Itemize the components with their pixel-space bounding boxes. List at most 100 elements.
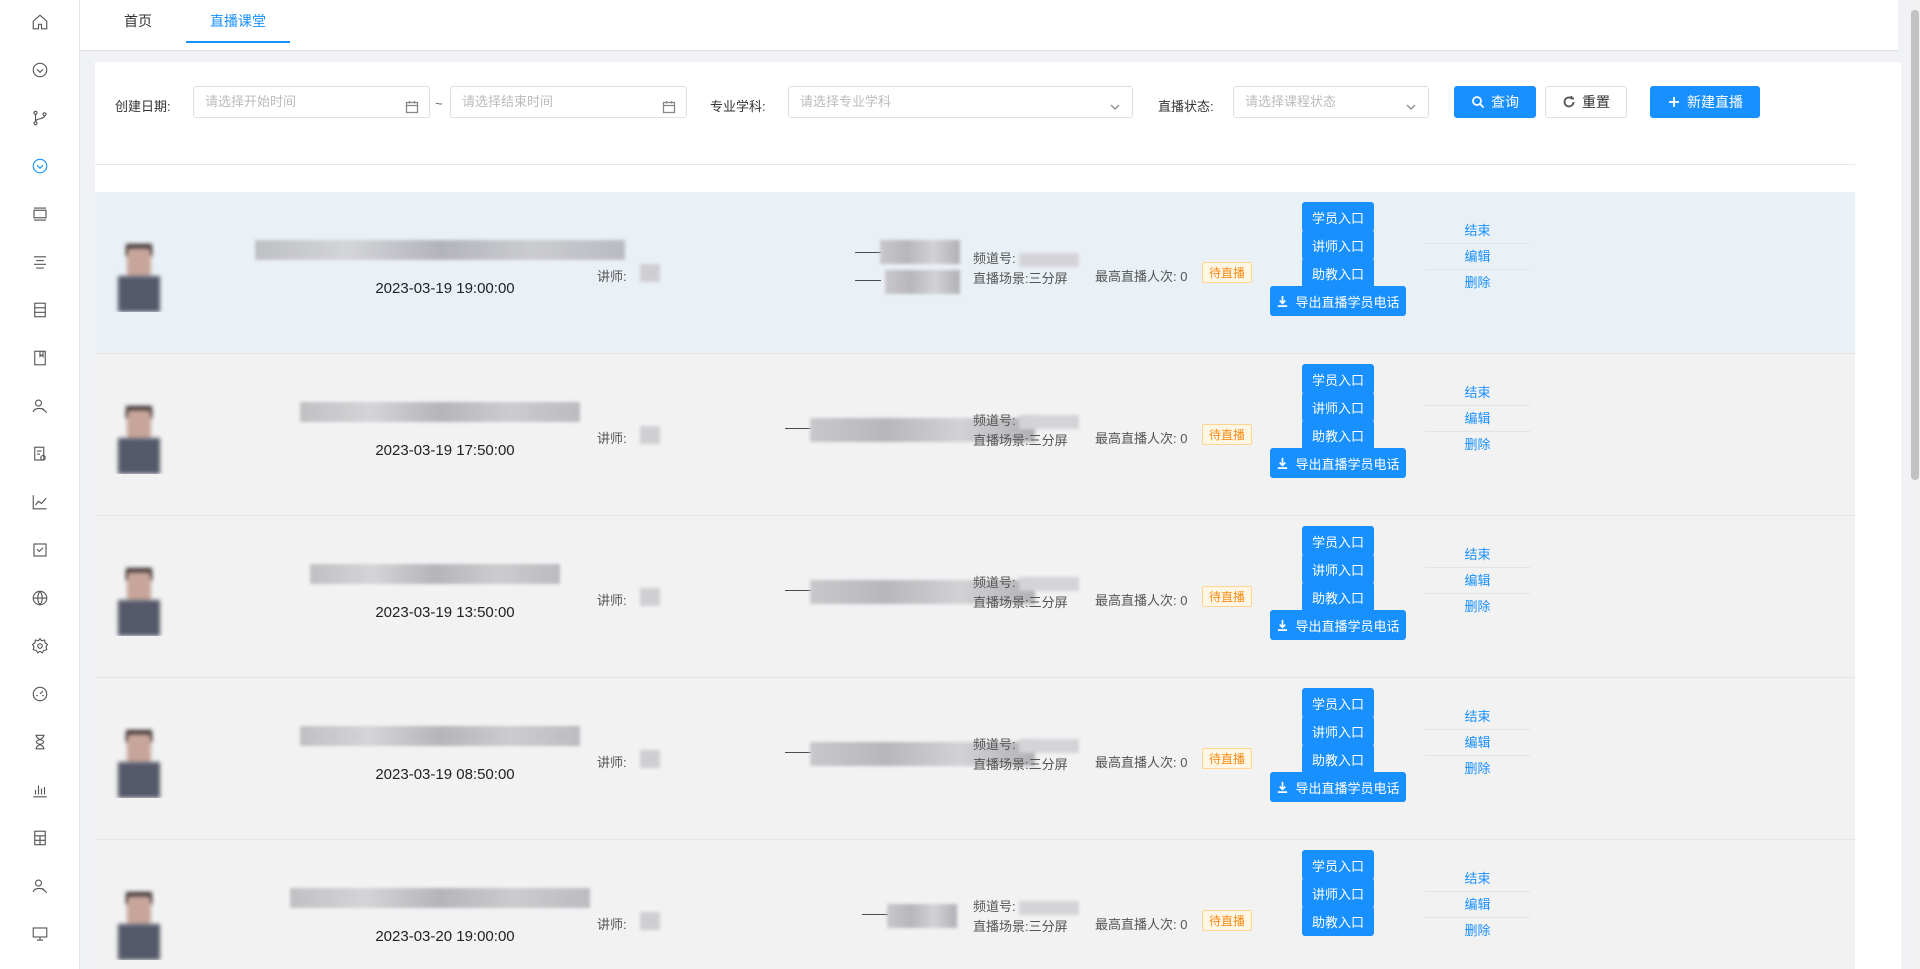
teacher-name-redacted — [640, 750, 660, 768]
table-row: 2023-03-20 19:00:00 讲师: —— 频道号: 直播场景:三分屏… — [95, 840, 1855, 969]
chevron-down-icon — [1108, 95, 1122, 110]
edit-link[interactable]: 编辑 — [1425, 730, 1530, 756]
student-entry-button[interactable]: 学员入口 — [1302, 688, 1374, 718]
export-phones-button[interactable]: 导出直播学员电话 — [1270, 772, 1406, 802]
export-phones-button[interactable]: 导出直播学员电话 — [1270, 610, 1406, 640]
table-row: 2023-03-19 08:50:00 讲师: —— 频道号: 直播场景:三分屏… — [95, 678, 1855, 840]
student-entry-button[interactable]: 学员入口 — [1302, 526, 1374, 556]
user-manage-icon[interactable] — [28, 874, 52, 898]
end-date-input[interactable]: 请选择结束时间 — [450, 86, 687, 118]
assistant-entry-button[interactable]: 助教入口 — [1302, 906, 1374, 936]
end-link[interactable]: 结束 — [1425, 542, 1530, 568]
chevron-down-icon — [1404, 95, 1418, 110]
delete-link[interactable]: 删除 — [1425, 756, 1530, 782]
tab-home[interactable]: 首页 — [100, 0, 176, 43]
scrollbar-thumb[interactable] — [1911, 10, 1919, 480]
tab-live-class[interactable]: 直播课堂 — [186, 0, 290, 43]
avatar — [110, 564, 168, 636]
user-search-icon[interactable] — [28, 394, 52, 418]
status-badge: 待直播 — [1202, 910, 1253, 931]
assistant-entry-button[interactable]: 助教入口 — [1302, 744, 1374, 774]
teacher-name-redacted — [640, 912, 660, 930]
teacher-entry-button[interactable]: 讲师入口 — [1302, 716, 1374, 746]
course-title-redacted — [300, 402, 580, 422]
live-class-icon[interactable] — [28, 154, 52, 178]
globe-icon[interactable] — [28, 586, 52, 610]
start-time: 2023-03-19 19:00:00 — [375, 280, 515, 297]
delete-link[interactable]: 删除 — [1425, 270, 1530, 296]
end-link[interactable]: 结束 — [1425, 866, 1530, 892]
student-entry-button[interactable]: 学员入口 — [1302, 202, 1374, 232]
home-icon[interactable] — [28, 10, 52, 34]
book-icon[interactable] — [28, 346, 52, 370]
assistant-entry-button[interactable]: 助教入口 — [1302, 420, 1374, 450]
end-link[interactable]: 结束 — [1425, 380, 1530, 406]
end-link[interactable]: 结束 — [1425, 704, 1530, 730]
delete-link[interactable]: 删除 — [1425, 594, 1530, 620]
new-live-button[interactable]: 新建直播 — [1650, 86, 1760, 118]
export-phones-button[interactable]: 导出直播学员电话 — [1270, 448, 1406, 478]
export-phones-button[interactable]: 导出直播学员电话 — [1270, 286, 1406, 316]
menu-lines-icon[interactable] — [28, 250, 52, 274]
download-icon — [1278, 295, 1288, 307]
scene-info: 直播场景:三分屏 — [973, 757, 1068, 772]
subject-select[interactable]: 请选择专业学科 — [788, 86, 1133, 118]
document-search-icon[interactable] — [28, 442, 52, 466]
end-link[interactable]: 结束 — [1425, 218, 1530, 244]
teacher-entry-button[interactable]: 讲师入口 — [1302, 392, 1374, 422]
student-entry-button[interactable]: 学员入口 — [1302, 364, 1374, 394]
assistant-entry-button[interactable]: 助教入口 — [1302, 258, 1374, 288]
channel-info: 频道号: — [973, 734, 1080, 753]
chevron-circle-icon[interactable] — [28, 58, 52, 82]
teacher-entry-button[interactable]: 讲师入口 — [1302, 878, 1374, 908]
edit-link[interactable]: 编辑 — [1425, 406, 1530, 432]
bar-chart-icon[interactable] — [28, 778, 52, 802]
branch-icon[interactable] — [28, 106, 52, 130]
assistant-entry-button[interactable]: 助教入口 — [1302, 582, 1374, 612]
end-date-placeholder: 请选择结束时间 — [462, 94, 554, 109]
date-range-separator: ~ — [435, 96, 443, 111]
dashboard-icon[interactable] — [28, 682, 52, 706]
status-badge: 待直播 — [1202, 262, 1253, 283]
avatar — [110, 888, 168, 960]
page-scrollbar[interactable] — [1910, 0, 1920, 969]
grid-table-icon[interactable] — [28, 826, 52, 850]
table-icon[interactable] — [28, 298, 52, 322]
line-chart-icon[interactable] — [28, 490, 52, 514]
status-label: 直播状态: — [1158, 99, 1214, 114]
checkbox-icon[interactable] — [28, 538, 52, 562]
status-badge: 待直播 — [1202, 586, 1253, 607]
start-date-input[interactable]: 请选择开始时间 — [193, 86, 430, 118]
channel-info: 频道号: — [973, 896, 1080, 915]
status-select[interactable]: 请选择课程状态 — [1233, 86, 1429, 118]
row-actions: 结束 编辑 删除 — [1425, 704, 1530, 782]
sidebar — [0, 0, 80, 969]
row-actions: 结束 编辑 删除 — [1425, 218, 1530, 296]
teacher-entry-button[interactable]: 讲师入口 — [1302, 554, 1374, 584]
teacher-entry-button[interactable]: 讲师入口 — [1302, 230, 1374, 260]
hourglass-icon[interactable] — [28, 730, 52, 754]
date-label: 创建日期: — [115, 99, 171, 114]
delete-link[interactable]: 删除 — [1425, 918, 1530, 944]
list-box-icon[interactable] — [28, 202, 52, 226]
teacher-label: 讲师: — [597, 269, 627, 284]
row-actions: 结束 编辑 删除 — [1425, 380, 1530, 458]
monitor-icon[interactable] — [28, 922, 52, 946]
calendar-icon — [662, 95, 676, 114]
edit-link[interactable]: 编辑 — [1425, 244, 1530, 270]
gear-icon[interactable] — [28, 634, 52, 658]
course-dash: —— — [855, 244, 881, 259]
edit-link[interactable]: 编辑 — [1425, 568, 1530, 594]
teacher-name-redacted — [640, 264, 660, 282]
max-viewers: 最高直播人次: 0 — [1095, 755, 1188, 770]
edit-link[interactable]: 编辑 — [1425, 892, 1530, 918]
delete-link[interactable]: 删除 — [1425, 432, 1530, 458]
start-date-placeholder: 请选择开始时间 — [205, 94, 297, 109]
query-button[interactable]: 查询 — [1454, 86, 1536, 118]
download-icon — [1278, 457, 1288, 469]
course-dash: —— — [862, 906, 888, 921]
row-actions: 结束 编辑 删除 — [1425, 866, 1530, 944]
scene-info: 直播场景:三分屏 — [973, 433, 1068, 448]
student-entry-button[interactable]: 学员入口 — [1302, 850, 1374, 880]
reset-button[interactable]: 重置 — [1545, 86, 1627, 118]
